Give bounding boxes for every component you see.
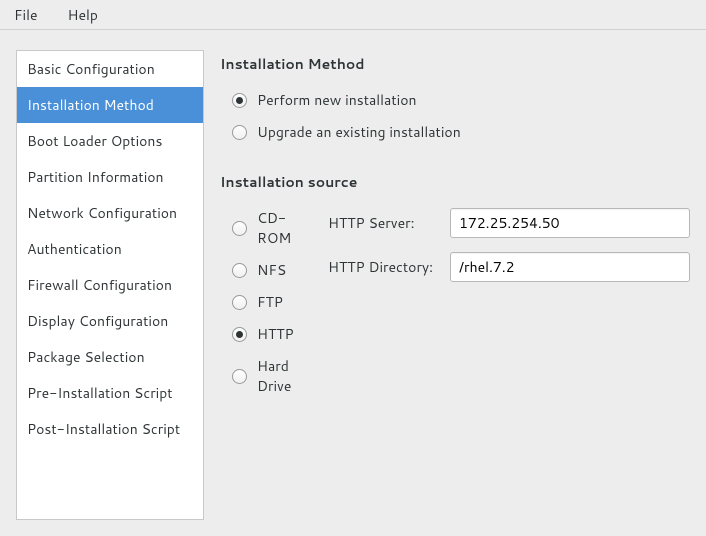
sidebar-item-display-configuration[interactable]: Display Configuration — [17, 303, 203, 339]
radio-label: HTTP — [257, 324, 294, 344]
content-area: Basic Configuration Installation Method … — [0, 30, 706, 536]
radio-label: Perform new installation — [257, 90, 417, 110]
heading-installation-source: Installation source — [220, 172, 690, 192]
radio-group-source: CD-ROM NFS FTP HTTP Hard Drive — [232, 202, 302, 402]
sidebar-item-boot-loader-options[interactable]: Boot Loader Options — [17, 123, 203, 159]
sidebar-item-installation-method[interactable]: Installation Method — [17, 87, 203, 123]
sidebar-item-post-installation-script[interactable]: Post-Installation Script — [17, 411, 203, 447]
radio-label: NFS — [257, 260, 286, 280]
sidebar-item-basic-configuration[interactable]: Basic Configuration — [17, 51, 203, 87]
radio-icon — [232, 125, 247, 140]
radio-row-http[interactable]: HTTP — [232, 318, 302, 350]
sidebar: Basic Configuration Installation Method … — [16, 50, 204, 520]
sidebar-item-package-selection[interactable]: Package Selection — [17, 339, 203, 375]
sidebar-item-network-configuration[interactable]: Network Configuration — [17, 195, 203, 231]
field-http-server: HTTP Server: — [328, 208, 690, 238]
radio-row-upgrade-install[interactable]: Upgrade an existing installation — [232, 116, 690, 148]
radio-icon — [232, 93, 247, 108]
radio-row-cdrom[interactable]: CD-ROM — [232, 202, 302, 254]
radio-icon — [232, 327, 247, 342]
sidebar-item-firewall-configuration[interactable]: Firewall Configuration — [17, 267, 203, 303]
http-fields: HTTP Server: HTTP Directory: — [328, 202, 690, 296]
main-panel: Installation Method Perform new installa… — [220, 50, 690, 520]
source-layout: CD-ROM NFS FTP HTTP Hard Drive — [220, 202, 690, 402]
radio-row-hard-drive[interactable]: Hard Drive — [232, 350, 302, 402]
sidebar-item-pre-installation-script[interactable]: Pre-Installation Script — [17, 375, 203, 411]
radio-row-nfs[interactable]: NFS — [232, 254, 302, 286]
radio-row-new-install[interactable]: Perform new installation — [232, 84, 690, 116]
heading-installation-method: Installation Method — [220, 54, 690, 74]
radio-label: Upgrade an existing installation — [257, 122, 461, 142]
sidebar-item-authentication[interactable]: Authentication — [17, 231, 203, 267]
radio-label: FTP — [257, 292, 283, 312]
input-http-server[interactable] — [450, 208, 690, 238]
radio-icon — [232, 295, 247, 310]
radio-icon — [232, 263, 247, 278]
label-http-directory: HTTP Directory: — [328, 257, 438, 277]
radio-label: Hard Drive — [257, 356, 302, 396]
radio-label: CD-ROM — [257, 208, 302, 248]
radio-icon — [232, 369, 247, 384]
field-http-directory: HTTP Directory: — [328, 252, 690, 282]
radio-icon — [232, 221, 247, 236]
input-http-directory[interactable] — [450, 252, 690, 282]
menu-help[interactable]: Help — [62, 1, 104, 29]
radio-group-method: Perform new installation Upgrade an exis… — [232, 84, 690, 148]
menu-file[interactable]: File — [8, 1, 44, 29]
radio-row-ftp[interactable]: FTP — [232, 286, 302, 318]
label-http-server: HTTP Server: — [328, 213, 438, 233]
sidebar-item-partition-information[interactable]: Partition Information — [17, 159, 203, 195]
menubar: File Help — [0, 0, 706, 30]
